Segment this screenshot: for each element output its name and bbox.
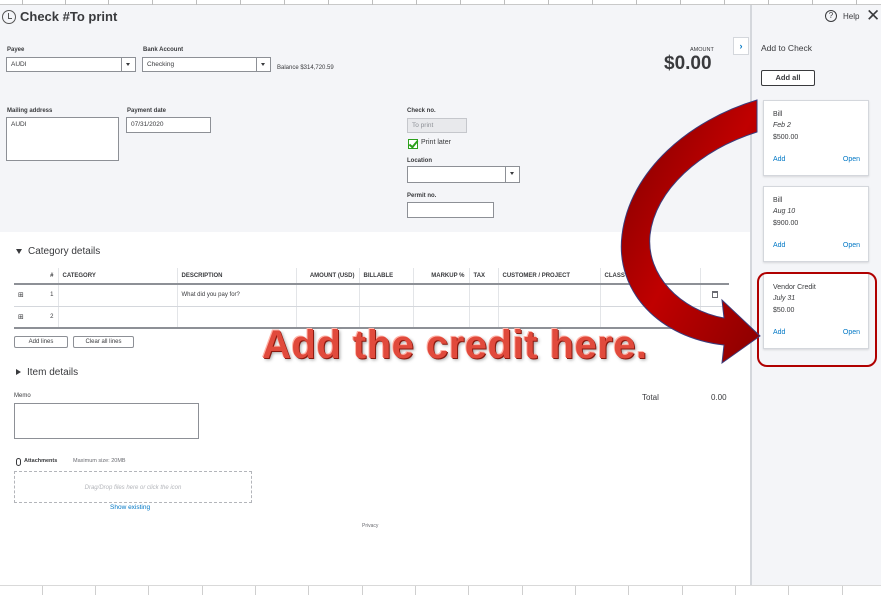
payment-date-field[interactable]: 07/31/2020 (126, 117, 211, 133)
amount-cell[interactable] (295, 284, 359, 307)
title-bar: Check #To print (0, 5, 750, 31)
payee-label: Payee (7, 47, 25, 53)
chevron-down-icon[interactable] (256, 58, 270, 71)
card-add-link[interactable]: Add (773, 156, 785, 163)
annotation-callout-text: Add the credit here. (262, 323, 648, 367)
chevron-down-icon[interactable] (121, 58, 135, 71)
history-icon[interactable] (2, 10, 16, 24)
card-date: Feb 2 (773, 122, 791, 129)
tax-cell[interactable] (468, 284, 498, 307)
column-header: BILLABLE (358, 268, 413, 285)
bill-card: Bill Aug 10 $900.00 Add Open (763, 186, 869, 262)
column-header: # (32, 268, 58, 285)
page-title: Check #To print (20, 9, 118, 24)
bill-card: Bill Feb 2 $500.00 Add Open (763, 100, 869, 176)
delete-row-cell[interactable] (699, 284, 729, 307)
row-number: 1 (32, 284, 58, 307)
memo-label: Memo (14, 393, 31, 399)
category-details-toggle[interactable]: Category details (16, 246, 100, 257)
mailing-address-field[interactable]: AUDI (6, 117, 119, 161)
card-type: Bill (773, 197, 783, 204)
collapse-drawer-button[interactable]: › (733, 37, 749, 55)
card-open-link[interactable]: Open (843, 156, 860, 163)
column-header: AMOUNT (USD) (295, 268, 359, 285)
column-header-actions (699, 268, 729, 285)
print-later-checkbox[interactable] (408, 139, 418, 149)
payment-date-value: 07/31/2020 (131, 121, 164, 128)
category-details-table: # CATEGORY DESCRIPTION AMOUNT (USD) BILL… (14, 268, 729, 329)
location-label: Location (407, 158, 432, 164)
balance-text: Balance $314,720.59 (277, 65, 334, 71)
card-add-link[interactable]: Add (773, 242, 785, 249)
check-no-value: To print (412, 122, 434, 129)
check-form: Check #To print Payee AUDI Bank Account … (0, 5, 750, 585)
check-no-field: To print (407, 118, 467, 133)
payee-select[interactable]: AUDI (6, 57, 136, 72)
permit-no-label: Permit no. (407, 193, 437, 199)
attachments-label: Attachments (24, 458, 58, 464)
add-all-button[interactable]: Add all (761, 70, 815, 86)
drag-handle-icon[interactable]: ⊞ (14, 306, 32, 329)
help-icon[interactable]: ? (825, 10, 837, 22)
caret-right-icon (16, 369, 21, 376)
clear-all-lines-button[interactable]: Clear all lines (73, 336, 134, 348)
markup-cell[interactable] (412, 284, 469, 307)
card-open-link[interactable]: Open (843, 242, 860, 249)
column-header: CUSTOMER / PROJECT (497, 268, 600, 285)
caret-down-icon (16, 248, 22, 254)
show-existing-link[interactable]: Show existing (110, 504, 150, 511)
payee-value: AUDI (11, 61, 27, 68)
column-header: CLASS (599, 268, 700, 285)
drag-handle-icon[interactable]: ⊞ (14, 284, 32, 307)
print-later-label: Print later (421, 139, 451, 146)
memo-field[interactable] (14, 403, 199, 439)
mailing-address-label: Mailing address (7, 108, 53, 114)
vendor-credit-highlight (757, 272, 877, 367)
attachments-max-size: Maximum size: 20MB (73, 458, 126, 464)
spreadsheet-bottom-ruler (0, 585, 881, 595)
bank-account-label: Bank Account (143, 47, 184, 53)
row-number: 2 (32, 306, 58, 329)
privacy-link[interactable]: Privacy (362, 523, 378, 529)
bank-account-select[interactable]: Checking (142, 57, 271, 72)
chevron-down-icon[interactable] (505, 167, 519, 182)
total-label: Total (642, 393, 659, 402)
card-amount: $500.00 (773, 134, 799, 141)
paperclip-icon (16, 458, 21, 466)
item-details-title: Item details (27, 367, 79, 378)
attachments-dropzone[interactable]: Drag/Drop files here or click the icon (14, 471, 252, 503)
category-cell[interactable] (57, 284, 177, 307)
description-cell[interactable]: What did you pay for? (176, 284, 296, 307)
column-header: MARKUP % (412, 268, 469, 285)
customer-project-cell[interactable] (497, 284, 600, 307)
card-amount: $900.00 (773, 220, 799, 227)
category-cell[interactable] (57, 306, 177, 329)
mailing-address-value: AUDI (11, 121, 27, 128)
payment-date-label: Payment date (127, 108, 167, 114)
category-details-title: Category details (28, 246, 101, 257)
item-details-toggle[interactable]: Item details (16, 367, 78, 378)
delete-row-cell[interactable] (699, 306, 729, 329)
card-date: Aug 10 (773, 208, 796, 215)
billable-cell[interactable] (358, 284, 413, 307)
table-row[interactable]: ⊞ 1 What did you pay for? (14, 284, 729, 307)
class-cell[interactable] (599, 284, 700, 307)
table-header-row: # CATEGORY DESCRIPTION AMOUNT (USD) BILL… (14, 268, 729, 285)
total-value: 0.00 (711, 393, 727, 402)
help-link[interactable]: Help (843, 12, 859, 21)
drawer-title: Add to Check (761, 43, 813, 53)
column-header-grip (14, 268, 32, 285)
bank-account-value: Checking (147, 61, 175, 68)
column-header: DESCRIPTION (176, 268, 296, 285)
amount-value: $0.00 (664, 53, 712, 74)
location-select[interactable] (407, 166, 520, 183)
permit-no-field[interactable] (407, 202, 494, 218)
column-header: TAX (468, 268, 498, 285)
card-type: Bill (773, 111, 783, 118)
close-icon[interactable]: ✕ (866, 6, 880, 26)
column-header: CATEGORY (57, 268, 177, 285)
add-lines-button[interactable]: Add lines (14, 336, 68, 348)
check-no-label: Check no. (407, 108, 436, 114)
trash-icon[interactable] (711, 290, 718, 298)
